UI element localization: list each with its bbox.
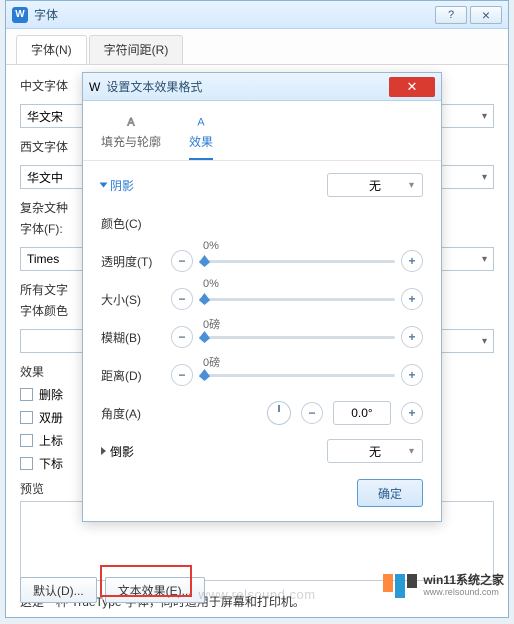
- watermark: www.relsound.com: [198, 587, 315, 602]
- label-opacity: 透明度(T): [101, 253, 171, 270]
- opacity-dec[interactable]: −: [171, 250, 193, 272]
- text-effect-dialog: W 设置文本效果格式 ✕ A 填充与轮廓 A 效果 阴影 无 颜色(C) 透明度…: [82, 72, 442, 522]
- shadow-preset-value: 无: [369, 177, 381, 194]
- label-size: 大小(S): [101, 291, 171, 308]
- modal-app-icon: W: [89, 80, 100, 94]
- opacity-inc[interactable]: +: [401, 250, 423, 272]
- cn-font-value: 华文宋: [27, 108, 63, 125]
- dialog-title: 字体: [34, 6, 432, 23]
- label-color: 颜色(C): [101, 215, 171, 232]
- text-effect-button[interactable]: 文本效果(E)...: [105, 577, 205, 603]
- opacity-slider[interactable]: 0%: [199, 250, 395, 272]
- blur-dec[interactable]: −: [171, 326, 193, 348]
- label-cn-font: 中文字体: [20, 77, 90, 94]
- svg-text:A: A: [197, 116, 205, 128]
- reflection-preset-combo[interactable]: 无: [327, 439, 423, 463]
- label-strike: 删除: [39, 386, 63, 403]
- chevron-down-icon[interactable]: [100, 183, 108, 188]
- tab-strip: 字体(N) 字符间距(R): [6, 29, 508, 65]
- size-inc[interactable]: +: [401, 288, 423, 310]
- angle-inc[interactable]: +: [401, 402, 423, 424]
- angle-dec[interactable]: −: [301, 402, 323, 424]
- brand-line1: win11系统之家: [423, 574, 504, 587]
- logo-icon: [383, 574, 417, 598]
- label-dbl-strike: 双册: [39, 409, 63, 426]
- tab-font[interactable]: 字体(N): [16, 35, 87, 64]
- text-fill-icon: A: [120, 111, 142, 129]
- default-button[interactable]: 默认(D)...: [20, 577, 97, 603]
- titlebar: W 字体 ? ×: [6, 1, 508, 29]
- modal-titlebar: W 设置文本效果格式 ✕: [83, 73, 441, 101]
- modal-tab-strip: A 填充与轮廓 A 效果: [83, 101, 441, 161]
- modal-close-button[interactable]: ✕: [389, 77, 435, 97]
- blur-value: 0磅: [203, 316, 220, 332]
- label-en-font: 西文字体: [20, 138, 90, 155]
- distance-value: 0磅: [203, 354, 220, 370]
- label-distance: 距离(D): [101, 367, 171, 384]
- distance-dec[interactable]: −: [171, 364, 193, 386]
- angle-input[interactable]: 0.0°: [333, 401, 391, 425]
- modal-body: 阴影 无 颜色(C) 透明度(T) − 0% + 大小(S) − 0% + 模糊…: [83, 161, 441, 489]
- chk-strike[interactable]: [20, 388, 33, 401]
- text-effect-icon: A: [190, 111, 212, 129]
- svg-text:A: A: [127, 116, 135, 128]
- brand-logo: win11系统之家 www.relsound.com: [383, 574, 504, 598]
- complex-font-value: Times: [27, 252, 59, 266]
- brand-line2: www.relsound.com: [423, 588, 504, 598]
- en-font-value: 华文中: [27, 169, 63, 186]
- size-dec[interactable]: −: [171, 288, 193, 310]
- modal-tab-effects-label: 效果: [189, 133, 213, 150]
- chevron-right-icon[interactable]: [101, 447, 106, 455]
- label-font-color: 字体颜色: [20, 302, 90, 319]
- angle-dial[interactable]: [267, 401, 291, 425]
- tab-spacing[interactable]: 字符间距(R): [89, 35, 184, 64]
- app-icon: W: [12, 7, 28, 23]
- label-super: 上标: [39, 432, 63, 449]
- modal-tab-fill[interactable]: A 填充与轮廓: [101, 111, 161, 160]
- help-button[interactable]: ?: [435, 6, 467, 24]
- chk-super[interactable]: [20, 434, 33, 447]
- label-angle: 角度(A): [101, 405, 171, 422]
- blur-inc[interactable]: +: [401, 326, 423, 348]
- chk-sub[interactable]: [20, 457, 33, 470]
- label-font-f: 字体(F):: [20, 220, 90, 237]
- distance-inc[interactable]: +: [401, 364, 423, 386]
- size-value: 0%: [203, 278, 219, 290]
- modal-title: 设置文本效果格式: [106, 78, 389, 95]
- modal-tab-fill-label: 填充与轮廓: [101, 133, 161, 150]
- reflection-preset-value: 无: [369, 443, 381, 460]
- close-button[interactable]: ×: [470, 6, 502, 24]
- shadow-preset-combo[interactable]: 无: [327, 173, 423, 197]
- label-blur: 模糊(B): [101, 329, 171, 346]
- ok-button[interactable]: 确定: [357, 479, 423, 507]
- section-shadow[interactable]: 阴影: [110, 177, 134, 194]
- size-slider[interactable]: 0%: [199, 288, 395, 310]
- label-sub: 下标: [39, 455, 63, 472]
- chk-dbl-strike[interactable]: [20, 411, 33, 424]
- angle-value: 0.0°: [351, 406, 372, 420]
- section-reflection[interactable]: 倒影: [110, 443, 134, 460]
- opacity-value: 0%: [203, 240, 219, 252]
- modal-tab-effects[interactable]: A 效果: [189, 111, 213, 160]
- distance-slider[interactable]: 0磅: [199, 364, 395, 386]
- blur-slider[interactable]: 0磅: [199, 326, 395, 348]
